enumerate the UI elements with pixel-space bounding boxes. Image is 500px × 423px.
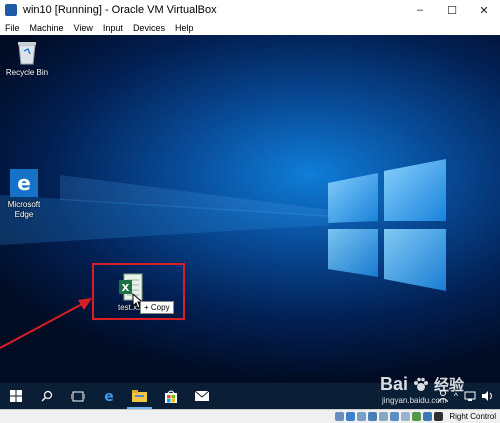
search-button[interactable] xyxy=(31,383,62,409)
svg-text:e: e xyxy=(17,171,31,195)
search-icon xyxy=(41,390,52,402)
task-view-icon xyxy=(70,391,85,401)
window-titlebar[interactable]: win10 [Running] - Oracle VM VirtualBox –… xyxy=(0,0,500,20)
menubar: File Machine View Input Devices Help xyxy=(0,20,500,36)
virtualbox-icon xyxy=(5,4,17,16)
host-key-label: Right Control xyxy=(449,412,496,421)
watermark-brand: Bai xyxy=(380,374,409,394)
start-icon xyxy=(9,390,22,402)
window-title: win10 [Running] - Oracle VM VirtualBox xyxy=(23,4,217,16)
optical-drive-icon[interactable] xyxy=(346,412,356,421)
watermark-brand-cn: 经验 xyxy=(434,377,465,394)
minimize-button[interactable]: – xyxy=(404,0,436,20)
recycle-bin-icon xyxy=(18,42,36,65)
desktop-icon-label: Microsoft Edge xyxy=(7,200,41,219)
svg-text:e: e xyxy=(104,389,114,403)
display-icon[interactable] xyxy=(401,412,411,421)
edge-icon: e xyxy=(104,389,114,403)
desktop-icon-label: Recycle Bin xyxy=(5,68,49,77)
usb-icon[interactable] xyxy=(379,412,389,421)
mouse-integration-icon[interactable] xyxy=(423,412,433,421)
hard-disk-icon[interactable] xyxy=(335,412,345,421)
taskbar-store-button[interactable] xyxy=(155,383,186,409)
baidu-jingyan-watermark: Bai 经验 jingyan.baidu.com xyxy=(380,372,495,412)
mail-icon xyxy=(194,391,209,401)
taskbar-mail-button[interactable] xyxy=(186,383,217,409)
start-button[interactable] xyxy=(0,383,31,409)
taskbar-edge-button[interactable]: e xyxy=(93,383,124,409)
audio-icon[interactable] xyxy=(357,412,367,421)
maximize-button[interactable]: ☐ xyxy=(436,0,468,20)
menu-input[interactable]: Input xyxy=(98,23,128,33)
menu-devices[interactable]: Devices xyxy=(128,23,170,33)
keyboard-icon[interactable] xyxy=(434,412,444,421)
close-button[interactable]: ✕ xyxy=(468,0,500,20)
menu-help[interactable]: Help xyxy=(170,23,199,33)
drag-copy-tooltip: + Copy xyxy=(140,301,174,314)
taskbar-file-explorer-button[interactable] xyxy=(124,383,155,409)
recording-icon[interactable] xyxy=(412,412,422,421)
menu-file[interactable]: File xyxy=(0,23,25,33)
desktop[interactable]: Recycle Bin e Microsoft Edge X test.xlsx… xyxy=(0,35,500,383)
shared-folders-icon[interactable] xyxy=(390,412,400,421)
drag-copy-text: + Copy xyxy=(144,303,170,312)
desktop-icon-recycle-bin[interactable]: Recycle Bin xyxy=(0,39,57,78)
svg-text:X: X xyxy=(122,283,130,294)
network-adapter-icon[interactable] xyxy=(368,412,378,421)
red-arrow-annotation xyxy=(0,298,92,349)
task-view-button[interactable] xyxy=(62,383,93,409)
watermark-url: jingyan.baidu.com xyxy=(382,396,447,405)
baidu-paw-icon xyxy=(414,377,429,392)
menu-view[interactable]: View xyxy=(69,23,98,33)
menu-machine[interactable]: Machine xyxy=(25,23,69,33)
desktop-icon-microsoft-edge[interactable]: e Microsoft Edge xyxy=(0,169,54,220)
file-explorer-icon xyxy=(132,390,147,402)
edge-icon: e xyxy=(10,169,38,197)
store-icon xyxy=(164,390,177,403)
